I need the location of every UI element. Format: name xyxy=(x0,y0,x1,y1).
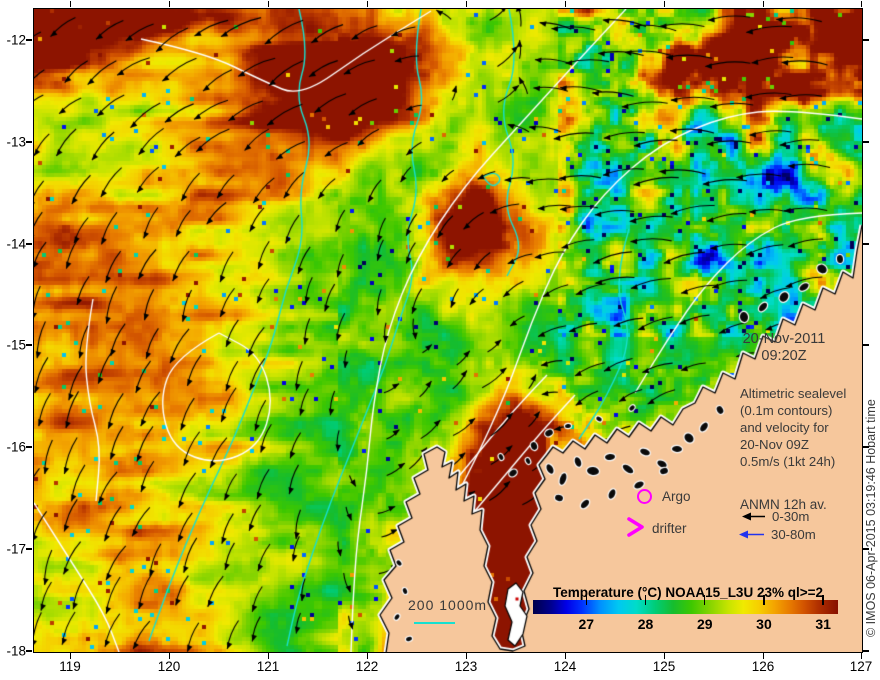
x-tick-mark xyxy=(267,652,269,659)
y-tick-mark xyxy=(26,650,32,652)
y-tick-mark xyxy=(26,548,32,550)
blue-arrow-icon xyxy=(739,530,764,539)
colorbar-gradient xyxy=(533,600,838,614)
altimetric-line: 20-Nov 09Z xyxy=(740,437,809,452)
time-line: 09:20Z xyxy=(761,348,807,364)
imos-credit-text: © IMOS 06-Apr-2015 03:19:46 Hobart time xyxy=(864,399,878,637)
x-tick-mark xyxy=(366,652,368,659)
colorbar-title: Temperature (°C) NOAA15_L3U 23% ql>=2 xyxy=(553,585,823,600)
y-tick-mark xyxy=(26,39,32,41)
y-tick-label: -13 xyxy=(6,134,26,150)
x-tick-mark-top xyxy=(168,0,170,7)
y-tick-label: -17 xyxy=(6,541,26,557)
x-tick-mark-top xyxy=(564,0,566,7)
colorbar-tick-mark xyxy=(644,595,647,605)
x-tick-mark xyxy=(762,652,764,659)
date-line: 20-Nov-2011 xyxy=(742,331,826,347)
x-tick-label: 120 xyxy=(157,659,181,674)
x-tick-mark-top xyxy=(860,0,862,7)
sst-map-page: 20-Nov-2011 09:20Z Altimetric sealevel (… xyxy=(0,0,880,680)
anmn-depth-label: 0-30m xyxy=(772,509,810,524)
x-tick-mark-top xyxy=(366,0,368,7)
y-tick-mark-right xyxy=(862,344,869,346)
x-tick-mark xyxy=(564,652,566,659)
y-tick-mark xyxy=(26,141,32,143)
altimetric-line: 0.5m/s (1kt 24h) xyxy=(740,454,836,469)
y-tick-mark-right xyxy=(862,39,869,41)
x-tick-label: 122 xyxy=(355,659,379,674)
x-tick-mark-top xyxy=(762,0,764,7)
x-tick-label: 121 xyxy=(256,659,280,674)
y-tick-mark xyxy=(26,243,32,245)
x-tick-label: 126 xyxy=(751,659,775,674)
temperature-colorbar: Temperature (°C) NOAA15_L3U 23% ql>=2 27… xyxy=(533,585,838,637)
anmn-depth-label: 30-80m xyxy=(771,527,816,542)
argo-float-icon xyxy=(637,489,652,504)
isobath-scale-label: 200 1000m xyxy=(408,597,488,613)
x-tick-label: 125 xyxy=(652,659,676,674)
colorbar-tick-label: 30 xyxy=(756,616,772,632)
drifter-icon xyxy=(627,517,644,537)
x-tick-label: 124 xyxy=(553,659,577,674)
x-tick-mark-top xyxy=(267,0,269,7)
colorbar-tick-mark xyxy=(585,595,588,605)
y-tick-mark xyxy=(26,344,32,346)
altimetric-line: and velocity for xyxy=(740,420,829,435)
x-tick-mark xyxy=(860,652,862,659)
x-tick-mark-top xyxy=(69,0,71,7)
black-arrow-icon xyxy=(742,512,765,521)
x-tick-label: 123 xyxy=(454,659,478,674)
x-tick-mark xyxy=(168,652,170,659)
altimetric-line: (0.1m contours) xyxy=(740,403,833,418)
colorbar-tick-mark xyxy=(703,595,706,605)
y-tick-label: -14 xyxy=(6,236,26,252)
x-tick-mark-top xyxy=(465,0,467,7)
x-tick-label: 127 xyxy=(849,659,873,674)
colorbar-tick-mark xyxy=(763,595,765,605)
isobath-scale-legend: 200 1000m xyxy=(408,597,488,624)
x-tick-mark xyxy=(465,652,467,659)
y-tick-label: -16 xyxy=(6,439,26,455)
anmn-legend-row-0-30m: 0-30m xyxy=(741,509,809,524)
y-tick-mark-right xyxy=(862,548,869,550)
colorbar-tick-label: 27 xyxy=(578,616,595,632)
y-tick-mark xyxy=(26,446,32,448)
x-tick-label: 119 xyxy=(59,659,81,674)
colorbar-tick-mark xyxy=(822,595,824,605)
y-tick-label: -15 xyxy=(6,337,26,353)
y-tick-label: -12 xyxy=(6,32,26,48)
x-tick-mark-top xyxy=(663,0,665,7)
colorbar-tick-label: 31 xyxy=(815,616,831,632)
colorbar-tick-label: 28 xyxy=(637,616,654,632)
isobath-scale-line xyxy=(414,622,455,624)
y-tick-mark-right xyxy=(862,243,869,245)
argo-label: Argo xyxy=(662,489,691,504)
altimetric-line: Altimetric sealevel xyxy=(740,386,847,401)
anmn-legend-row-30-80m: 30-80m xyxy=(738,527,816,542)
altimetric-annotation: Altimetric sealevel (0.1m contours) and … xyxy=(740,385,846,470)
date-annotation: 20-Nov-2011 09:20Z xyxy=(731,331,837,365)
drifter-label: drifter xyxy=(652,521,687,536)
y-tick-mark-right xyxy=(862,446,869,448)
y-tick-mark-right xyxy=(862,141,869,143)
y-tick-mark-right xyxy=(862,650,869,652)
x-tick-mark xyxy=(69,652,71,659)
y-tick-label: -18 xyxy=(6,643,26,659)
x-tick-mark xyxy=(663,652,665,659)
colorbar-tick-label: 29 xyxy=(696,616,713,632)
